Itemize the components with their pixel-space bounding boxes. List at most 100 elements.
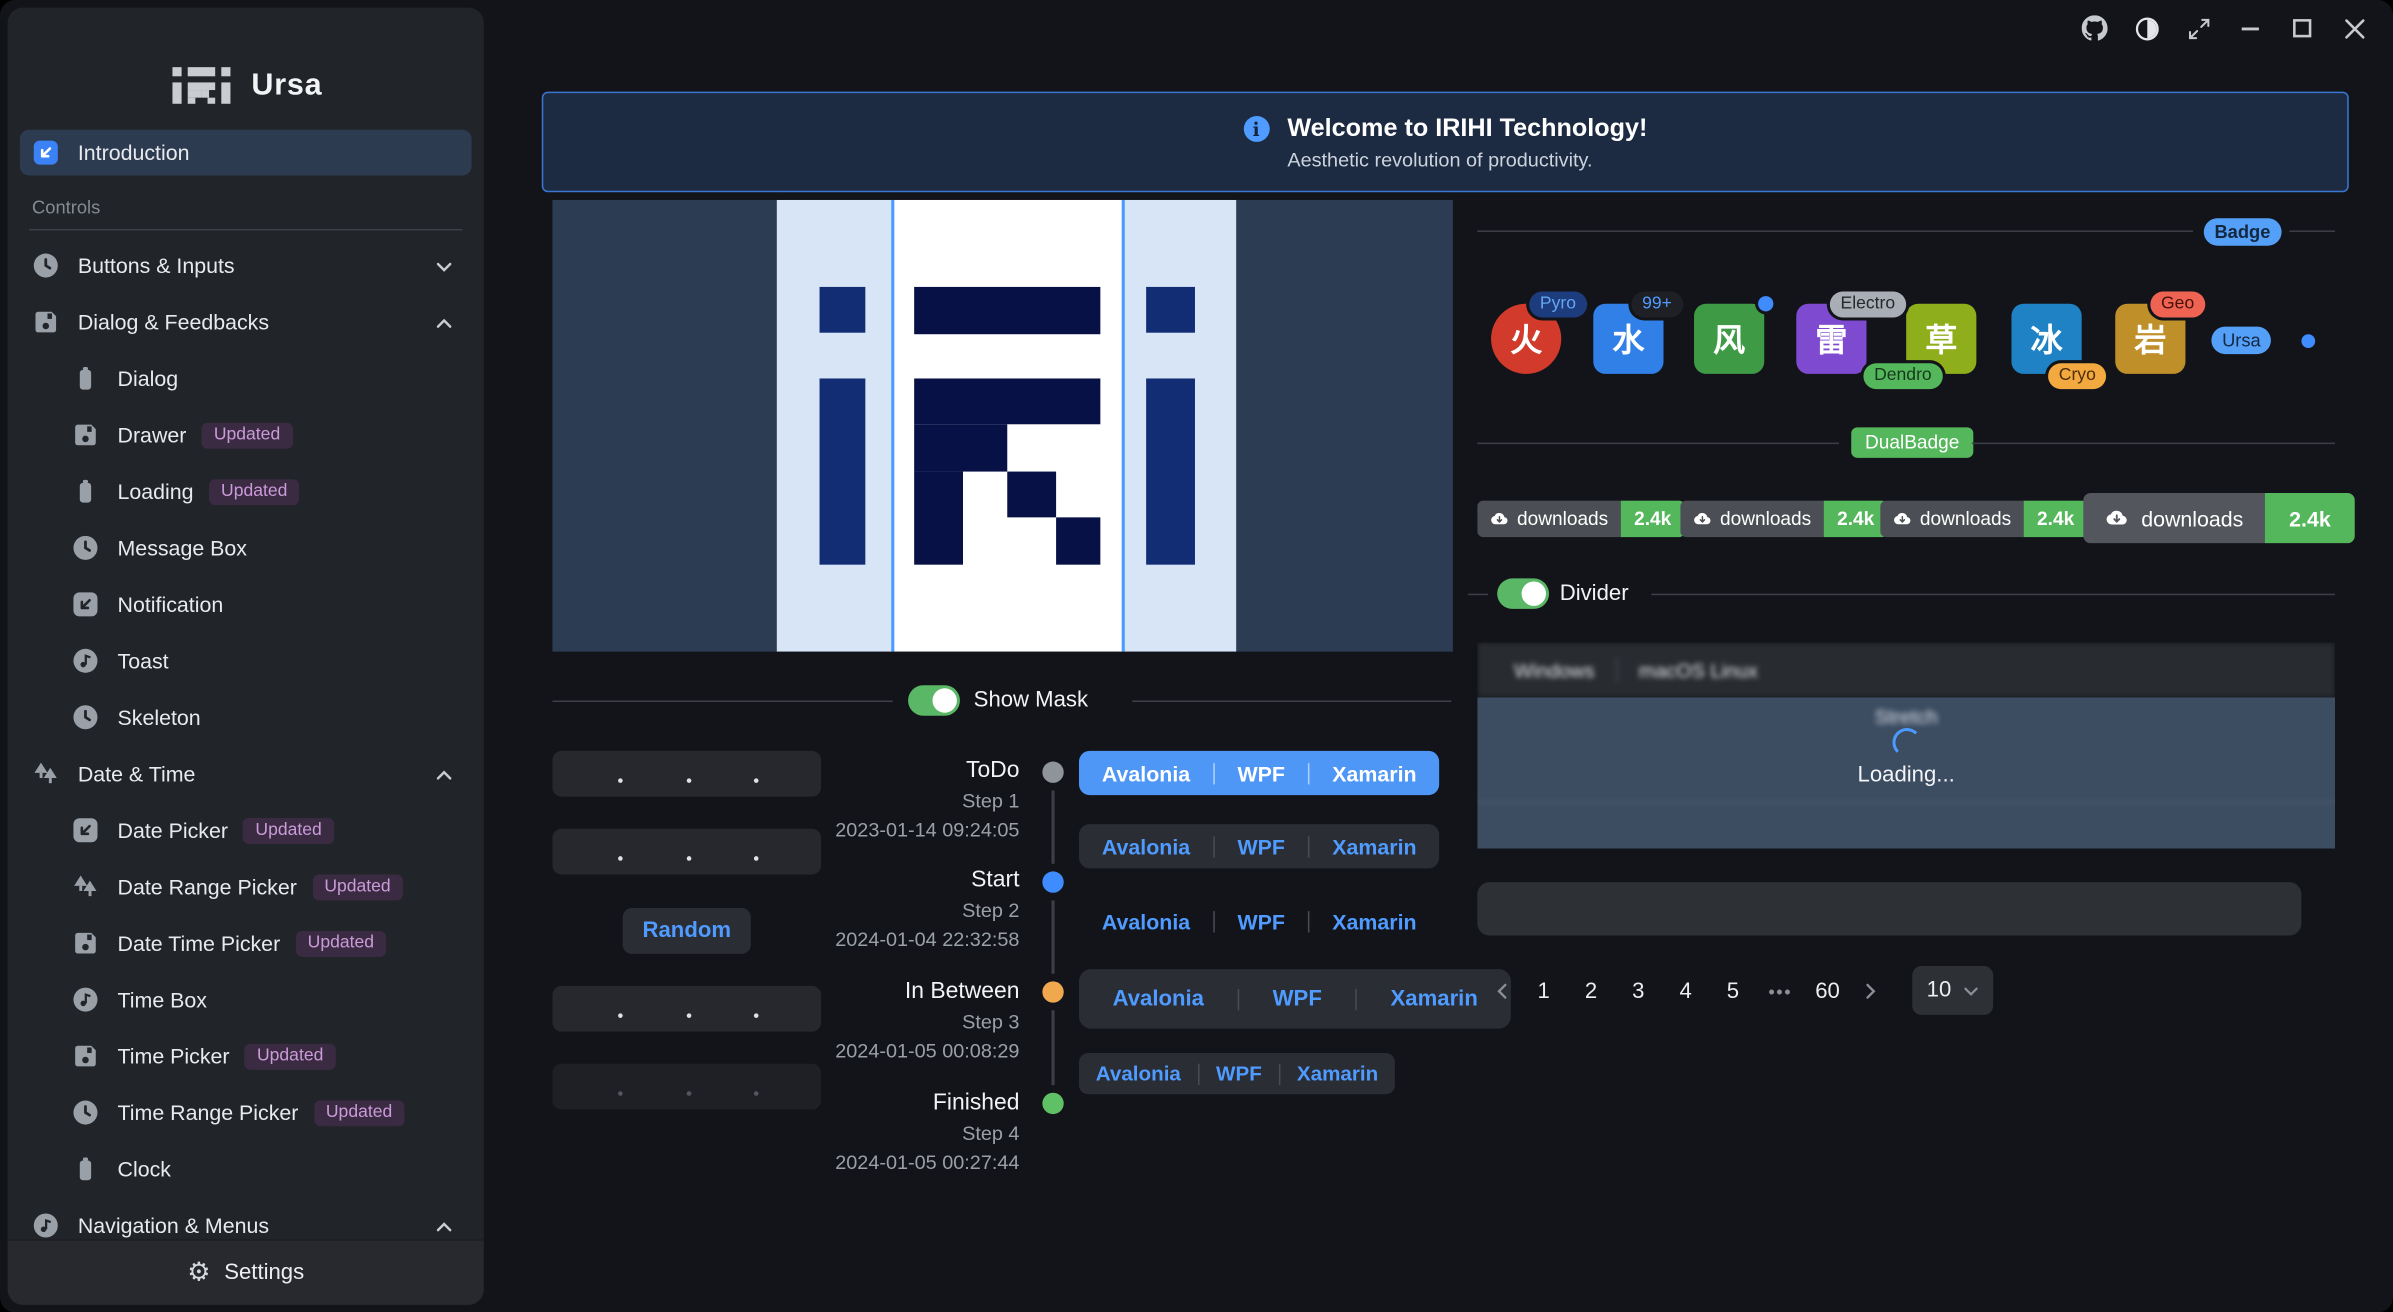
- tab-windows[interactable]: Windows: [1493, 659, 1616, 682]
- sidebar-item-label: Message Box: [118, 536, 247, 560]
- avalonia-button[interactable]: Avalonia: [1079, 1053, 1198, 1094]
- sidebar-item-introduction[interactable]: Introduction: [20, 130, 472, 176]
- sidebar-item-label: Introduction: [78, 140, 190, 164]
- loading-mask-overlay: Loading...: [1477, 697, 2335, 848]
- sidebar-group-buttons-inputs[interactable]: Buttons & Inputs: [20, 243, 472, 289]
- maximize-icon[interactable]: [2288, 14, 2317, 43]
- avalonia-button[interactable]: Avalonia: [1079, 751, 1213, 795]
- sidebar-item-drawer[interactable]: Drawer Updated: [20, 412, 472, 458]
- divider-toggle[interactable]: [1497, 578, 1549, 609]
- timeline-step: In Between Step 3 2024-01-05 00:08:29: [772, 977, 1019, 1066]
- sidebar-group-date-time[interactable]: Date & Time: [20, 751, 472, 797]
- badge-cryo: Cryo: [2048, 363, 2106, 389]
- clock-icon: [32, 252, 59, 279]
- theme-toggle-icon[interactable]: [2132, 14, 2161, 43]
- battery-icon: [72, 478, 99, 505]
- sidebar-item-loading[interactable]: Loading Updated: [20, 469, 472, 515]
- random-button[interactable]: Random: [623, 908, 751, 954]
- chevron-up-icon: [435, 313, 453, 340]
- chevron-left-icon[interactable]: [1483, 983, 1520, 1000]
- logo-pixel: [1056, 517, 1100, 564]
- sidebar-item-date-time-picker[interactable]: Date Time Picker Updated: [20, 920, 472, 966]
- toggle-knob: [1522, 581, 1546, 605]
- updated-badge: Updated: [314, 1100, 405, 1126]
- badge-dendro: Dendro: [1863, 363, 1942, 389]
- avalonia-button[interactable]: Avalonia: [1079, 824, 1213, 868]
- titlebar-controls: [2080, 14, 2368, 43]
- sidebar-group-dialog-feedbacks[interactable]: Dialog & Feedbacks: [20, 299, 472, 345]
- timeline-dot: [1042, 762, 1063, 783]
- show-mask-label: Show Mask: [974, 688, 1088, 712]
- pagination-ellipsis[interactable]: •••: [1757, 981, 1804, 1002]
- wpf-button[interactable]: WPF: [1239, 969, 1355, 1029]
- sidebar-item-clock[interactable]: Clock: [20, 1146, 472, 1192]
- xamarin-button[interactable]: Xamarin: [1309, 751, 1439, 795]
- loading-text: Loading...: [1858, 763, 1955, 787]
- logo-pixel: [914, 287, 1100, 334]
- download-icon: [1490, 509, 1510, 529]
- sidebar-item-time-range-picker[interactable]: Time Range Picker Updated: [20, 1090, 472, 1136]
- show-mask-toggle[interactable]: [908, 685, 960, 716]
- page-button-4[interactable]: 4: [1662, 979, 1709, 1003]
- music-note-icon: [72, 647, 99, 674]
- page-button-3[interactable]: 3: [1615, 979, 1662, 1003]
- page-button-60[interactable]: 60: [1804, 979, 1851, 1003]
- minimize-icon[interactable]: [2236, 14, 2265, 43]
- page-button-2[interactable]: 2: [1567, 979, 1614, 1003]
- sidebar-item-date-range-picker[interactable]: Date Range Picker Updated: [20, 864, 472, 910]
- github-icon[interactable]: [2080, 14, 2109, 43]
- page-button-1[interactable]: 1: [1520, 979, 1567, 1003]
- divider-line: [1972, 443, 2335, 445]
- chevron-right-icon[interactable]: [1851, 983, 1888, 1000]
- sidebar-item-notification[interactable]: Notification: [20, 581, 472, 627]
- sidebar-item-label: Dialog: [118, 366, 179, 390]
- sidebar-item-label: Navigation & Menus: [78, 1213, 269, 1237]
- arrow-square-icon: [72, 591, 99, 618]
- xamarin-button[interactable]: Xamarin: [1280, 1053, 1395, 1094]
- sidebar-item-skeleton[interactable]: Skeleton: [20, 694, 472, 740]
- badge-dot: [1758, 296, 1773, 311]
- clock-icon: [72, 704, 99, 731]
- wpf-button[interactable]: WPF: [1199, 1053, 1278, 1094]
- tab-macos-linux[interactable]: macOS Linux: [1617, 659, 1779, 682]
- close-icon[interactable]: [2340, 14, 2369, 43]
- divider-line: [1477, 230, 2193, 232]
- timeline-dot: [1042, 871, 1063, 892]
- downloads-badge: downloads 2.4k: [1880, 501, 2088, 538]
- sidebar-item-date-picker[interactable]: Date Picker Updated: [20, 807, 472, 853]
- expand-icon[interactable]: [2184, 14, 2213, 43]
- sidebar-item-label: Clock: [118, 1157, 171, 1181]
- sidebar-item-label: Time Box: [118, 987, 207, 1011]
- sidebar-item-message-box[interactable]: Message Box: [20, 525, 472, 571]
- page-button-5[interactable]: 5: [1709, 979, 1756, 1003]
- settings-button[interactable]: ⚙ Settings: [8, 1239, 484, 1305]
- xamarin-button[interactable]: Xamarin: [1309, 824, 1439, 868]
- toggle-knob: [932, 688, 956, 712]
- wpf-button[interactable]: WPF: [1215, 824, 1308, 868]
- battery-icon: [72, 365, 99, 392]
- updated-badge: Updated: [202, 422, 293, 448]
- chevron-up-icon: [435, 765, 453, 792]
- wpf-button[interactable]: WPF: [1215, 751, 1308, 795]
- logo-pixel: [914, 378, 1100, 424]
- avalonia-button[interactable]: Avalonia: [1079, 969, 1238, 1029]
- sidebar-item-dialog[interactable]: Dialog: [20, 356, 472, 402]
- page-size-select[interactable]: 10: [1912, 966, 1993, 1015]
- timeline-dot: [1042, 1093, 1063, 1114]
- sidebar-item-label: Skeleton: [118, 705, 201, 729]
- sidebar-item-toast[interactable]: Toast: [20, 638, 472, 684]
- timeline-step-date: 2023-01-14 09:24:05: [772, 815, 1019, 844]
- avalonia-button[interactable]: Avalonia: [1079, 899, 1213, 943]
- sidebar-item-time-picker[interactable]: Time Picker Updated: [20, 1033, 472, 1079]
- sidebar-divider: [29, 229, 462, 231]
- xamarin-button[interactable]: Xamarin: [1309, 899, 1439, 943]
- trees-icon: [32, 760, 59, 787]
- badge-ursa: Ursa: [2211, 327, 2271, 354]
- logo-image: [552, 200, 1452, 652]
- wpf-button[interactable]: WPF: [1215, 899, 1308, 943]
- clock-icon: [72, 1099, 99, 1126]
- banner-title: Welcome to IRIHI Technology!: [1287, 113, 1647, 145]
- updated-badge: Updated: [295, 930, 386, 956]
- divider-line: [1651, 594, 2335, 596]
- sidebar-item-time-box[interactable]: Time Box: [20, 977, 472, 1023]
